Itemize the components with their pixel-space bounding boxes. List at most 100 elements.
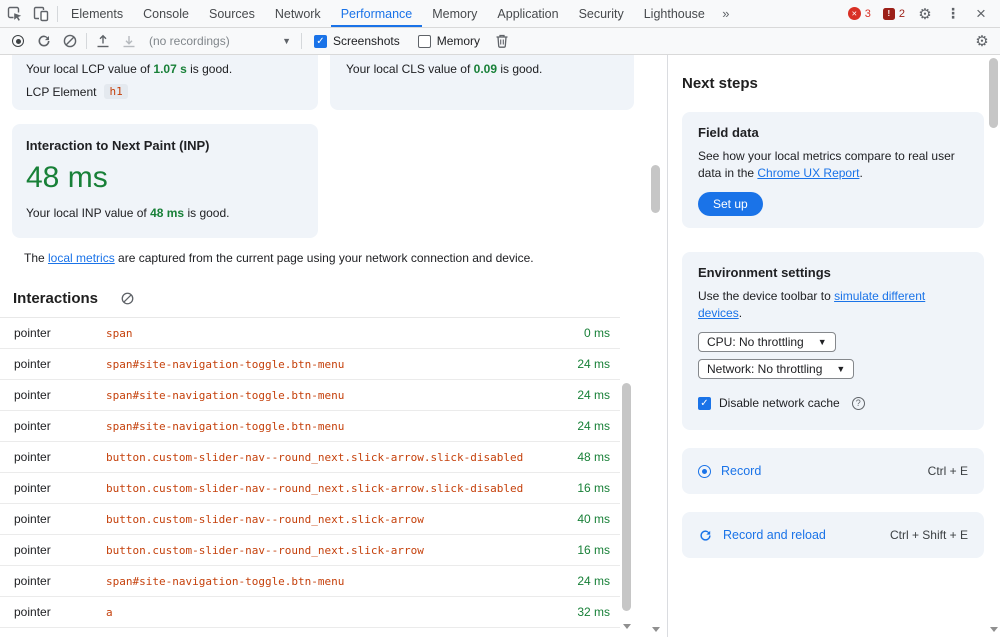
tab-memory[interactable]: Memory [422,0,487,27]
three-dot-menu-icon: ⋮ [946,5,960,22]
lcp-value: 1.07 s [153,62,186,76]
load-profile-button[interactable] [90,28,116,54]
interaction-target-link[interactable]: span#site-navigation-toggle.btn-menu [106,389,558,402]
interaction-row[interactable]: pointerbutton.custom-slider-nav--round_n… [0,535,620,566]
scrollbar-thumb[interactable] [651,165,660,213]
record-action-label: Record [721,464,761,478]
interaction-target-link[interactable]: button.custom-slider-nav--round_next.sli… [106,544,558,557]
interaction-row[interactable]: pointerbutton.custom-slider-nav--round_n… [0,442,620,473]
interaction-target-link[interactable]: button.custom-slider-nav--round_next.sli… [106,513,558,526]
interaction-row[interactable]: pointerbutton.custom-slider-nav--round_n… [0,473,620,504]
interaction-row[interactable]: pointerspan#site-navigation-toggle.btn-m… [0,349,620,380]
record-action-card[interactable]: Record Ctrl + E [682,448,984,494]
memory-label: Memory [437,34,480,48]
interaction-row[interactable]: pointera32 ms [0,597,620,628]
lcp-element-node-link[interactable]: h1 [104,84,127,99]
main-scrollbar[interactable] [649,55,662,637]
collect-garbage-button[interactable] [489,28,515,54]
tab-strip: ElementsConsoleSourcesNetworkPerformance… [61,0,715,27]
toolbar-divider [57,6,58,22]
help-icon[interactable]: ? [852,397,865,410]
tab-network[interactable]: Network [265,0,331,27]
screenshots-label: Screenshots [333,34,400,48]
chevron-down-icon: ▼ [836,364,845,374]
interactions-table: pointerspan0 mspointerspan#site-navigati… [0,317,620,628]
recordings-select[interactable]: (no recordings) ▼ [142,34,298,48]
sidebar-scrollbar[interactable] [987,55,1000,637]
device-toolbar-button[interactable] [28,1,54,27]
devtools-menu-button[interactable]: ⋮ [940,1,966,27]
panel-settings-button[interactable]: ⚙ [969,28,995,54]
interaction-row[interactable]: pointerspan#site-navigation-toggle.btn-m… [0,566,620,597]
inp-value: 48 ms [150,206,184,220]
tab-application[interactable]: Application [487,0,568,27]
cpu-throttling-select[interactable]: CPU: No throttling ▼ [698,332,836,352]
performance-panel-body: Your local LCP value of 1.07 s is good. … [0,55,1000,637]
interaction-target-link[interactable]: span#site-navigation-toggle.btn-menu [106,420,558,433]
interaction-duration: 16 ms [558,543,610,557]
tab-lighthouse[interactable]: Lighthouse [634,0,715,27]
scrollbar-thumb[interactable] [622,383,631,611]
performance-toolbar: (no recordings) ▼ ✓ Screenshots Memory ⚙ [0,28,1000,55]
interaction-type: pointer [14,388,106,402]
reload-icon [698,528,713,543]
upload-icon [95,33,111,49]
scroll-down-arrow-icon[interactable] [623,624,631,629]
issues-badge[interactable]: ! 2 [878,8,910,20]
chevron-down-icon: ▼ [818,337,827,347]
field-data-card: Field data See how your local metrics co… [682,112,984,228]
record-button[interactable] [5,28,31,54]
network-throttling-select[interactable]: Network: No throttling ▼ [698,359,854,379]
clear-recordings-button[interactable] [57,28,83,54]
recordings-select-value: (no recordings) [149,34,230,48]
interaction-row[interactable]: pointerbutton.custom-slider-nav--round_n… [0,504,620,535]
interaction-duration: 24 ms [558,574,610,588]
interaction-row[interactable]: pointerspan0 ms [0,318,620,349]
interaction-target-link[interactable]: span#site-navigation-toggle.btn-menu [106,575,558,588]
local-metrics-link[interactable]: local metrics [48,251,115,265]
record-and-reload-action-card[interactable]: Record and reload Ctrl + Shift + E [682,512,984,558]
devtools-window: ElementsConsoleSourcesNetworkPerformance… [0,0,1000,637]
save-profile-button[interactable] [116,28,142,54]
interaction-target-link[interactable]: span#site-navigation-toggle.btn-menu [106,358,558,371]
screenshots-checkbox[interactable]: ✓ Screenshots [305,34,409,48]
tab-sources[interactable]: Sources [199,0,265,27]
field-data-text: See how your local metrics compare to re… [698,148,968,181]
clear-interactions-button[interactable] [118,289,136,307]
chevron-down-icon: ▼ [282,36,291,46]
scrollbar-thumb[interactable] [989,58,998,128]
tab-security[interactable]: Security [569,0,634,27]
lcp-element-label: LCP Element [26,85,96,99]
gear-icon: ⚙ [918,5,931,23]
memory-checkbox[interactable]: Memory [409,34,489,48]
more-tabs-button[interactable]: » [715,1,737,27]
error-count: 3 [865,8,871,20]
next-steps-sidebar: Next steps Field data See how your local… [668,55,988,637]
scroll-down-arrow-icon[interactable] [652,627,660,632]
error-icon: ✕ [848,7,861,20]
tab-console[interactable]: Console [133,0,199,27]
console-errors-badge[interactable]: ✕ 3 [843,7,876,20]
interaction-type: pointer [14,512,106,526]
devtools-tabbar: ElementsConsoleSourcesNetworkPerformance… [0,0,1000,28]
issues-icon: ! [883,8,895,20]
interaction-target-link[interactable]: a [106,606,558,619]
disable-network-cache-checkbox[interactable]: ✓ Disable network cache ? [698,396,968,410]
interaction-target-link[interactable]: button.custom-slider-nav--round_next.sli… [106,482,558,495]
tab-elements[interactable]: Elements [61,0,133,27]
record-and-reload-button[interactable] [31,28,57,54]
interaction-row[interactable]: pointerspan#site-navigation-toggle.btn-m… [0,411,620,442]
scroll-down-arrow-icon[interactable] [990,627,998,632]
devtools-settings-button[interactable]: ⚙ [912,1,938,27]
chrome-ux-report-link[interactable]: Chrome UX Report [757,166,859,180]
inspect-element-button[interactable] [2,1,28,27]
interactions-scrollbar[interactable] [620,317,633,637]
cpu-throttling-value: CPU: No throttling [707,335,804,349]
interaction-row[interactable]: pointerspan#site-navigation-toggle.btn-m… [0,380,620,411]
set-up-button[interactable]: Set up [698,192,763,216]
trash-icon [494,33,510,49]
tab-performance[interactable]: Performance [331,0,423,27]
interaction-target-link[interactable]: button.custom-slider-nav--round_next.sli… [106,451,558,464]
interaction-target-link[interactable]: span [106,327,558,340]
devtools-close-button[interactable]: × [968,1,994,27]
